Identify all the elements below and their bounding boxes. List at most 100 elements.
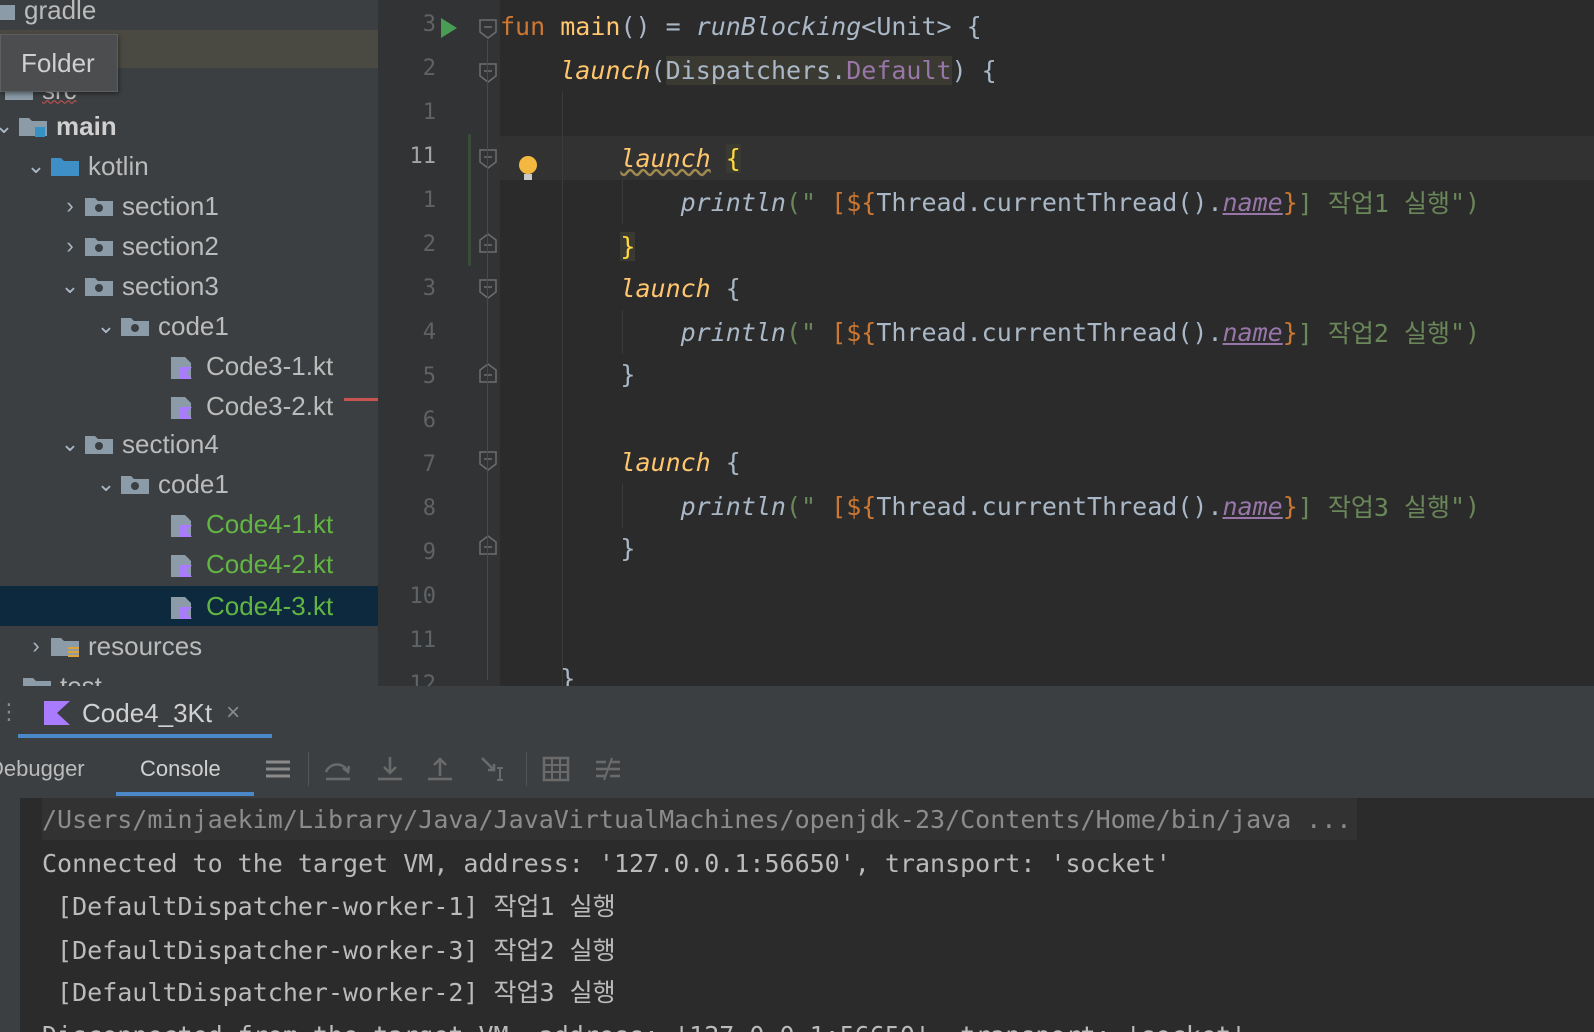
code-line[interactable]: launch {	[500, 266, 740, 310]
code-line[interactable]: fun main() = runBlocking <Unit> {	[500, 4, 982, 48]
code-line[interactable]: println (" [${Thread.currentThread(). name…	[500, 310, 1480, 354]
source-folder-icon	[50, 155, 80, 177]
step-into-icon[interactable]	[374, 754, 406, 784]
chevron-right-icon[interactable]: ›	[22, 633, 50, 659]
vcs-change-marker	[468, 134, 471, 266]
line-number: 3	[422, 12, 436, 37]
line-number: 8	[422, 496, 436, 521]
fold-collapse-icon[interactable]	[478, 450, 498, 472]
folder-icon	[0, 0, 16, 21]
console-side-strip	[0, 798, 20, 1032]
tool-window-tabs: ⋮ Code4_3Kt ×	[0, 686, 1594, 741]
line-number: 11	[409, 144, 437, 169]
line-number: 7	[422, 452, 436, 477]
debug-toolbar: Debugger Console	[0, 740, 1594, 799]
debug-tool-window[interactable]: ⋮ Code4_3Kt × Debugger Console /Users/mi…	[0, 686, 1594, 1032]
line-number: 2	[422, 56, 436, 81]
resources-folder-icon	[50, 635, 80, 657]
console-output[interactable]: /Users/minjaekim/Library/Java/JavaVirtua…	[20, 798, 1594, 1032]
source-root-folder-icon	[18, 115, 48, 137]
code-editor[interactable]: 3 2 1 11 1 2 3 4 5 6 7 8 9 10 11 12 fun …	[378, 0, 1594, 686]
kotlin-icon	[44, 701, 70, 725]
toolbar-separator	[526, 752, 527, 786]
tree-item-gradle[interactable]: gradle	[0, 0, 378, 30]
tree-item-code4-1[interactable]: Code4-1.kt	[0, 504, 378, 544]
tree-item-code3-1[interactable]: Code3-1.kt	[0, 346, 378, 386]
trace-icon[interactable]	[592, 754, 624, 784]
tab-console[interactable]: Console	[140, 740, 221, 798]
fold-end-icon[interactable]	[478, 534, 498, 556]
tree-item-code4-3[interactable]: Code4-3.kt	[0, 586, 378, 626]
console-line: Connected to the target VM, address: '12…	[42, 848, 1171, 878]
fold-end-icon[interactable]	[478, 232, 498, 254]
chevron-down-icon[interactable]: ⌄	[22, 153, 50, 179]
code-line[interactable]: }	[500, 224, 636, 268]
folder-tooltip: Folder	[0, 34, 118, 92]
console-line: [DefaultDispatcher-worker-3] 작업2 실행	[42, 936, 616, 965]
tree-item-resources[interactable]: › resources	[0, 626, 378, 666]
step-out-icon[interactable]	[424, 754, 456, 784]
tree-item-main[interactable]: ⌄ main	[0, 106, 378, 146]
code-line[interactable]: println (" [${Thread.currentThread(). name…	[500, 484, 1480, 528]
console-line: [DefaultDispatcher-worker-2] 작업3 실행	[42, 978, 616, 1007]
line-number: 1	[422, 100, 436, 125]
evaluate-expression-icon[interactable]	[540, 754, 572, 784]
chevron-down-icon[interactable]: ⌄	[56, 273, 84, 299]
code-line[interactable]: println (" [${Thread.currentThread(). name…	[500, 180, 1480, 224]
chevron-down-icon[interactable]: ⌄	[92, 313, 120, 339]
tree-item-section3-code1[interactable]: ⌄ code1	[0, 306, 378, 346]
console-line: Disconnected from the target VM, address…	[42, 1014, 1246, 1032]
tree-item-section1[interactable]: › section1	[0, 186, 378, 226]
code-line[interactable]: }	[500, 656, 575, 687]
fold-guide	[487, 40, 488, 680]
tree-item-section4[interactable]: ⌄ section4	[0, 424, 378, 464]
menu-icon[interactable]	[262, 754, 294, 784]
tree-item-section2[interactable]: › section2	[0, 226, 378, 266]
fold-collapse-icon[interactable]	[478, 278, 498, 300]
chevron-right-icon[interactable]: ›	[56, 193, 84, 219]
package-folder-icon	[84, 433, 114, 455]
fold-collapse-icon[interactable]	[478, 148, 498, 170]
line-number: 1	[422, 188, 436, 213]
chevron-down-icon[interactable]: ⌄	[0, 113, 18, 139]
code-line[interactable]: launch(Dispatchers. Default) {	[500, 48, 997, 92]
kotlin-file-icon	[168, 355, 198, 379]
console-line: [DefaultDispatcher-worker-1] 작업1 실행	[42, 892, 616, 921]
tree-item-kotlin[interactable]: ⌄ kotlin	[0, 146, 378, 186]
active-tab-indicator	[18, 734, 272, 738]
step-over-icon[interactable]	[322, 754, 354, 784]
fold-end-icon[interactable]	[478, 362, 498, 384]
toolbar-separator	[308, 752, 309, 786]
code-line[interactable]: launch {	[500, 440, 740, 484]
tree-item-section4-code1[interactable]: ⌄ code1	[0, 464, 378, 504]
project-tree[interactable]: gradle src ⌄ main ⌄ kotlin › section1 › …	[0, 0, 378, 686]
error-stripe-marker	[344, 398, 378, 401]
line-number: 5	[422, 364, 436, 389]
kotlin-file-icon	[168, 395, 198, 419]
tree-item-code3-2[interactable]: Code3-2.kt	[0, 386, 378, 426]
chevron-right-icon[interactable]: ›	[56, 233, 84, 259]
run-icon[interactable]	[438, 16, 460, 40]
kotlin-file-icon	[168, 553, 198, 577]
fold-collapse-icon[interactable]	[478, 18, 498, 40]
tree-item-section3[interactable]: ⌄ section3	[0, 266, 378, 306]
run-config-tab[interactable]: Code4_3Kt ×	[18, 686, 240, 740]
code-line[interactable]: }	[500, 352, 635, 396]
active-subtab-indicator	[116, 792, 254, 796]
package-folder-icon	[84, 275, 114, 297]
more-icon[interactable]: ⋮	[0, 700, 20, 725]
line-number: 6	[422, 408, 436, 433]
chevron-down-icon[interactable]: ⌄	[56, 431, 84, 457]
chevron-down-icon[interactable]: ⌄	[92, 471, 120, 497]
tree-item-test[interactable]: test	[0, 666, 378, 686]
line-number: 2	[422, 232, 436, 257]
fold-collapse-icon[interactable]	[478, 62, 498, 84]
tab-debugger[interactable]: Debugger	[0, 740, 85, 798]
tree-item-code4-2[interactable]: Code4-2.kt	[0, 544, 378, 584]
code-line[interactable]: }	[500, 526, 635, 570]
code-line[interactable]: launch {	[500, 136, 741, 180]
package-folder-icon	[120, 473, 150, 495]
run-to-cursor-icon[interactable]	[478, 754, 510, 784]
package-folder-icon	[120, 315, 150, 337]
close-icon[interactable]: ×	[226, 699, 240, 727]
